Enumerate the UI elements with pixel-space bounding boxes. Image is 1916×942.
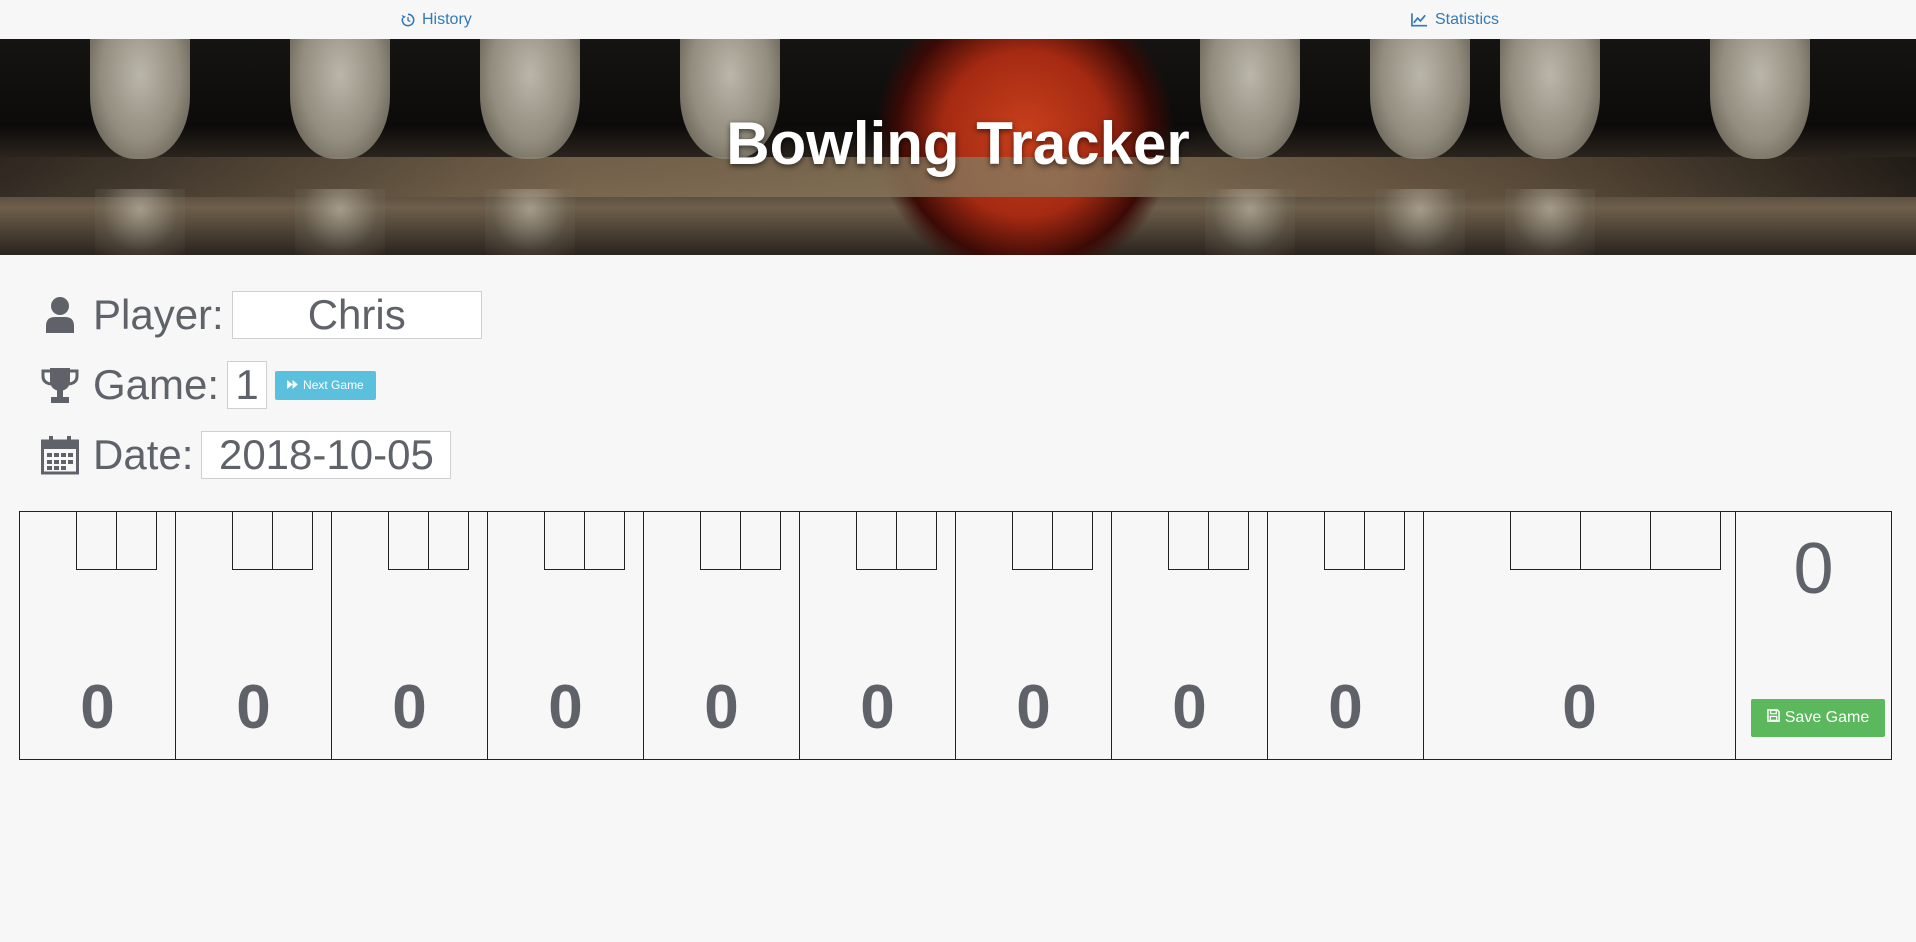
date-input[interactable]: 2018-10-05 — [201, 431, 452, 479]
top-nav: History Statistics — [0, 0, 1916, 39]
roll-box[interactable] — [700, 511, 741, 570]
date-row: Date: 2018-10-05 — [40, 431, 452, 479]
save-game-label: Save Game — [1784, 709, 1870, 726]
game-label: Game: — [93, 361, 220, 408]
frame-8: 0 — [1112, 511, 1268, 759]
next-game-label: Next Game — [303, 378, 364, 392]
game-row: Game: 1 Next Game — [40, 361, 376, 409]
pin-reflection — [485, 189, 575, 255]
frame-7: 0 — [956, 511, 1112, 759]
frame-score: 0 — [1562, 673, 1597, 742]
roll-box[interactable] — [856, 511, 897, 570]
frame-score: 0 — [1016, 673, 1051, 742]
roll-box[interactable] — [1208, 511, 1249, 570]
statistics-label: Statistics — [1435, 11, 1500, 28]
roll-box[interactable] — [388, 511, 429, 570]
calendar-icon — [40, 435, 80, 475]
pin-reflection — [1375, 189, 1465, 255]
frame-9: 0 — [1268, 511, 1424, 759]
roll-box[interactable] — [1012, 511, 1053, 570]
roll-box[interactable] — [1510, 511, 1581, 570]
scorecard: 0 0 0 0 0 0 0 0 0 0 0 Save Game — [19, 511, 1892, 760]
frame-score: 0 — [1172, 673, 1207, 742]
pin-reflection — [295, 189, 385, 255]
statistics-link[interactable]: Statistics — [1411, 11, 1499, 29]
history-link[interactable]: History — [401, 11, 472, 29]
roll-box[interactable] — [1168, 511, 1209, 570]
roll-box[interactable] — [116, 511, 157, 570]
roll-box[interactable] — [1580, 511, 1651, 570]
frame-5: 0 — [644, 511, 800, 759]
trophy-icon — [40, 365, 80, 405]
roll-box[interactable] — [232, 511, 273, 570]
history-icon — [401, 13, 415, 27]
frame-score: 0 — [80, 673, 115, 742]
next-game-button[interactable]: Next Game — [275, 370, 376, 400]
pin-reflection — [1505, 189, 1595, 255]
save-game-button[interactable]: Save Game — [1751, 699, 1885, 737]
frame-score: 0 — [236, 673, 271, 742]
roll-box[interactable] — [584, 511, 625, 570]
frame-score: 0 — [860, 673, 895, 742]
frame-1: 0 — [20, 511, 176, 759]
frame-10: 0 — [1424, 511, 1736, 759]
roll-box[interactable] — [740, 511, 781, 570]
player-row: Player: Chris — [40, 291, 482, 339]
player-label: Player: — [93, 291, 224, 338]
roll-box[interactable] — [272, 511, 313, 570]
roll-box[interactable] — [1364, 511, 1405, 570]
fast-forward-icon — [287, 378, 298, 392]
frame-6: 0 — [800, 511, 956, 759]
frame-3: 0 — [332, 511, 488, 759]
total-panel: 0 Save Game — [1736, 512, 1891, 759]
frame-4: 0 — [488, 511, 644, 759]
frame-score: 0 — [392, 673, 427, 742]
roll-box[interactable] — [76, 511, 117, 570]
floppy-disk-icon — [1766, 709, 1780, 727]
game-number-input[interactable]: 1 — [227, 361, 268, 409]
frame-score: 0 — [1328, 673, 1363, 742]
player-input[interactable]: Chris — [231, 291, 482, 339]
history-label: History — [422, 11, 472, 28]
roll-box[interactable] — [1052, 511, 1093, 570]
total-score: 0 — [1793, 529, 1834, 609]
line-chart-icon — [1411, 13, 1428, 27]
roll-box[interactable] — [896, 511, 937, 570]
frame-2: 0 — [176, 511, 332, 759]
pin-reflection — [1205, 189, 1295, 255]
hero-banner: Bowling Tracker — [0, 39, 1916, 255]
user-icon — [40, 295, 80, 335]
roll-box[interactable] — [544, 511, 585, 570]
roll-box[interactable] — [1324, 511, 1365, 570]
date-label: Date: — [93, 431, 194, 478]
roll-box[interactable] — [428, 511, 469, 570]
pin-reflection — [95, 189, 185, 255]
page-title: Bowling Tracker — [726, 110, 1190, 177]
frame-score: 0 — [704, 673, 739, 742]
roll-box[interactable] — [1650, 511, 1721, 570]
frame-score: 0 — [548, 673, 583, 742]
